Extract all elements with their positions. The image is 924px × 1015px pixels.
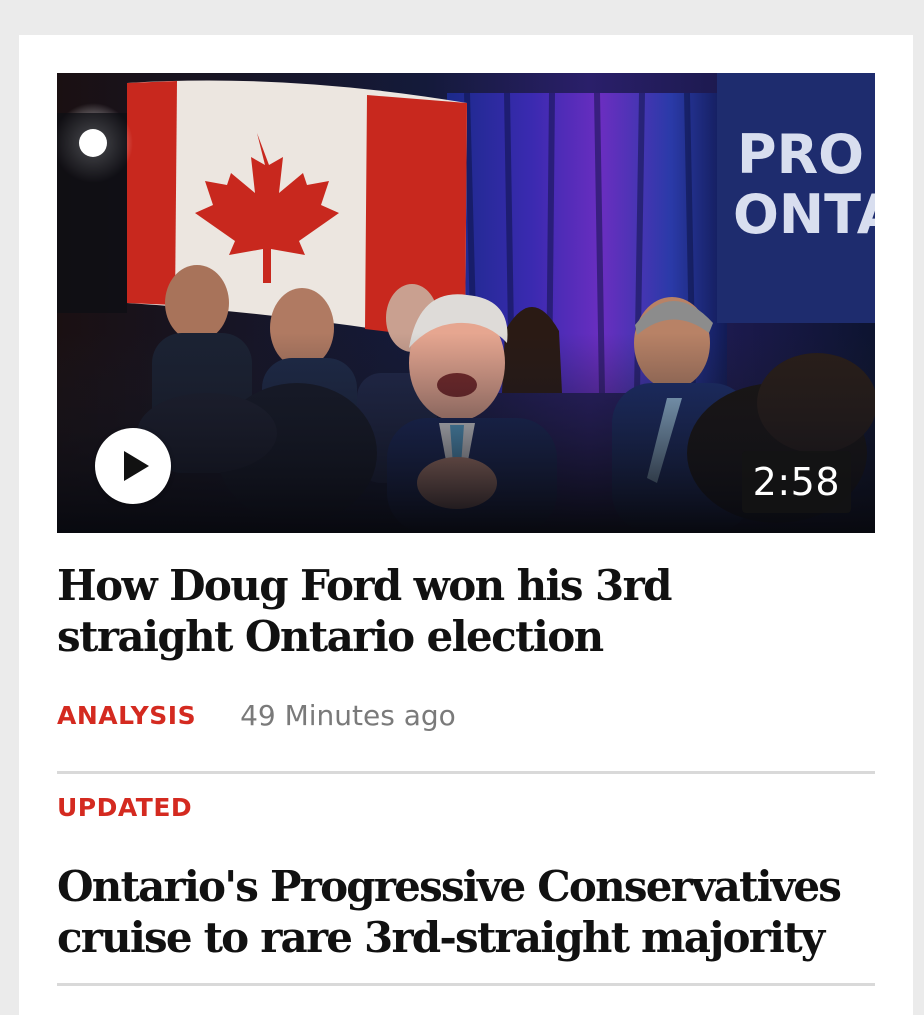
divider [57, 771, 875, 774]
main-headline-link[interactable]: How Doug Ford won his 3rd straight Ontar… [57, 560, 857, 662]
video-duration-badge: 2:58 [741, 451, 851, 513]
updated-label: UPDATED [57, 793, 193, 822]
divider [57, 983, 875, 986]
play-icon [124, 451, 149, 481]
play-button[interactable] [95, 428, 171, 504]
svg-text:PRO: PRO [737, 123, 864, 186]
timestamp: 49 Minutes ago [240, 698, 456, 732]
news-card: PRO ONTA [19, 35, 913, 1015]
svg-text:ONTA: ONTA [733, 183, 875, 246]
story-meta: ANALYSIS 49 Minutes ago [57, 695, 456, 735]
secondary-headline-link[interactable]: Ontario's Progressive Conservatives crui… [57, 861, 887, 963]
video-thumbnail[interactable]: PRO ONTA [57, 73, 875, 533]
category-label[interactable]: ANALYSIS [57, 701, 196, 730]
